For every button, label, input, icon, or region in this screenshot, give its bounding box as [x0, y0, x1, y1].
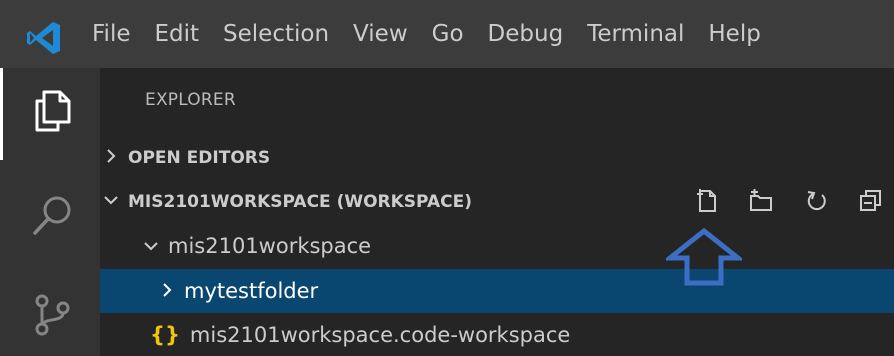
open-editors-label: OPEN EDITORS	[128, 148, 271, 168]
vscode-logo[interactable]	[26, 20, 62, 56]
tree-item-label: mis2101workspace.code-workspace	[189, 323, 571, 347]
source-control-icon[interactable]	[30, 292, 76, 338]
root-folder-label: mis2101workspace	[168, 234, 372, 258]
tree-item-mytestfolder[interactable]: mytestfolder	[100, 269, 894, 313]
menu-go[interactable]: Go	[420, 0, 476, 68]
explorer-icon[interactable]	[30, 88, 76, 134]
menu-help[interactable]: Help	[696, 0, 772, 68]
menu-view[interactable]: View	[341, 0, 420, 68]
chevron-right-icon	[156, 279, 178, 303]
menu-terminal[interactable]: Terminal	[575, 0, 696, 68]
search-icon[interactable]	[30, 192, 76, 238]
workspace-label: MIS2101WORKSPACE (WORKSPACE)	[128, 192, 472, 212]
up-arrow-annotation	[666, 228, 742, 286]
tree-item-workspace-file[interactable]: {} mis2101workspace.code-workspace	[100, 313, 894, 356]
open-editors-section[interactable]: OPEN EDITORS	[100, 138, 894, 178]
active-indicator	[0, 68, 3, 160]
new-folder-icon[interactable]	[748, 188, 774, 214]
refresh-icon[interactable]	[804, 188, 830, 214]
tree-item-label: mytestfolder	[184, 279, 319, 303]
chevron-down-icon	[140, 234, 162, 258]
menu-edit[interactable]: Edit	[143, 0, 212, 68]
activity-bar	[0, 68, 100, 356]
chevron-down-icon	[100, 192, 122, 212]
menu-bar: File Edit Selection View Go Debug Termin…	[80, 0, 773, 68]
json-braces-icon: {}	[150, 323, 180, 347]
menu-selection[interactable]: Selection	[211, 0, 341, 68]
collapse-all-icon[interactable]	[858, 188, 884, 214]
explorer-sidebar: EXPLORER OPEN EDITORS MIS2101WORKSPACE (…	[100, 68, 894, 356]
title-bar: File Edit Selection View Go Debug Termin…	[0, 0, 894, 68]
explorer-title: EXPLORER	[145, 90, 236, 110]
chevron-right-icon	[100, 148, 122, 169]
tree-root-folder[interactable]: mis2101workspace	[100, 224, 894, 268]
new-file-icon[interactable]	[694, 188, 720, 214]
menu-debug[interactable]: Debug	[476, 0, 576, 68]
workspace-section[interactable]: MIS2101WORKSPACE (WORKSPACE)	[100, 182, 894, 222]
menu-file[interactable]: File	[80, 0, 143, 68]
